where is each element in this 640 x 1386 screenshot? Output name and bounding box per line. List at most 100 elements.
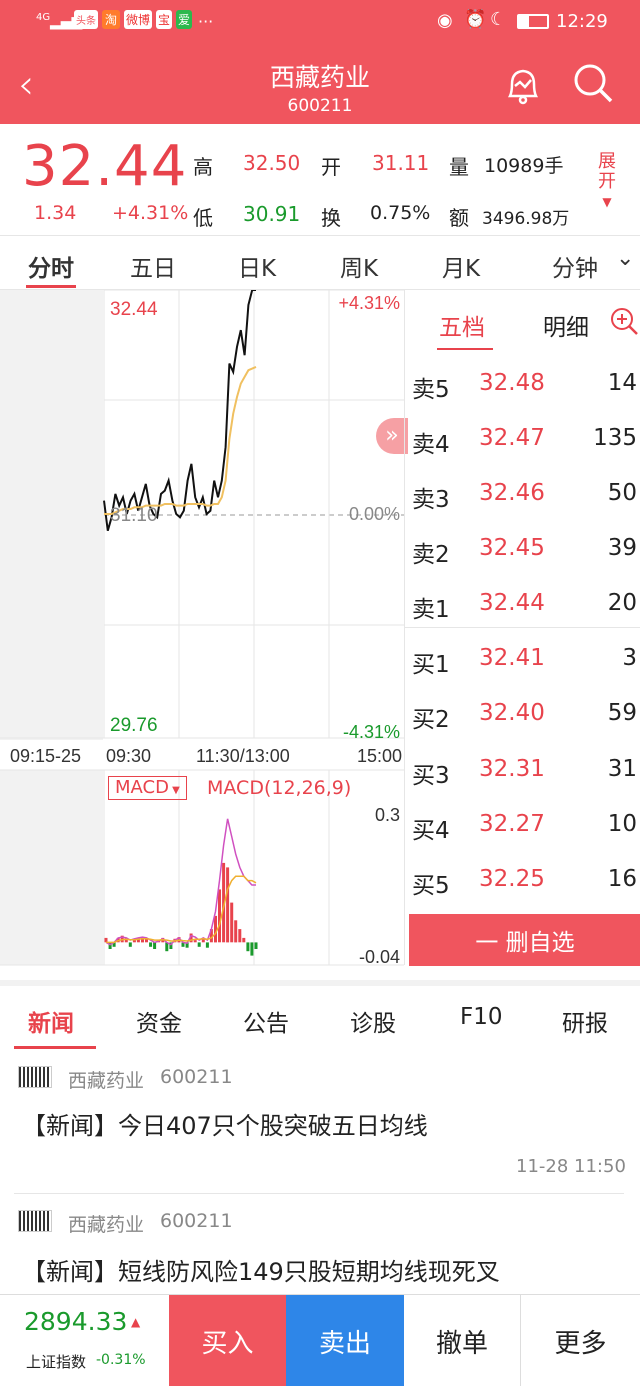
- time-label: 11:30/13:00: [196, 746, 290, 766]
- level-price: 32.40: [479, 700, 545, 726]
- clock: 12:29: [556, 11, 608, 32]
- macd-bar: [246, 942, 250, 952]
- tab-daily-k[interactable]: 日K: [238, 249, 276, 283]
- macd-bar: [205, 942, 209, 948]
- caret-down-icon: ▼: [168, 785, 180, 796]
- tab-announcements[interactable]: 公告: [243, 1004, 289, 1038]
- chevron-down-icon[interactable]: ⌄: [616, 246, 634, 271]
- macd-bar: [250, 942, 254, 956]
- ask-row[interactable]: 卖2 32.45 39: [405, 535, 640, 568]
- sell-button[interactable]: 卖出: [286, 1295, 404, 1386]
- macd-bar: [218, 889, 221, 943]
- ask-row[interactable]: 卖4 32.47 135: [405, 425, 640, 458]
- news-item[interactable]: 西藏药业 600211 【新闻】短线防风险149只股短期均线现死叉: [0, 1196, 640, 1294]
- index-name: 上证指数: [26, 1353, 87, 1371]
- level-volume: 59: [607, 700, 637, 726]
- bid-row[interactable]: 买3 32.31 31: [405, 756, 640, 789]
- network-indicator: 4G: [36, 12, 51, 23]
- bid-row[interactable]: 买2 32.40 59: [405, 700, 640, 733]
- macd-top-label: 0.3: [375, 805, 400, 825]
- cancel-order-button[interactable]: 撤单: [404, 1295, 521, 1386]
- macd-selector[interactable]: MACD ▼: [108, 776, 187, 800]
- pre-market-shade: [0, 290, 103, 740]
- level-price: 32.44: [479, 590, 545, 616]
- buy-button[interactable]: 买入: [169, 1295, 286, 1386]
- zoom-in-icon[interactable]: [609, 306, 639, 336]
- bid-row[interactable]: 买1 32.41 3: [405, 645, 640, 678]
- index-ticker[interactable]: 2894.33 ▲ 上证指数 -0.31%: [0, 1295, 168, 1386]
- active-tab-underline: [14, 1046, 96, 1049]
- remove-watchlist-button[interactable]: 一 删自选: [409, 914, 640, 966]
- news-title: 【新闻】今日407只个股突破五日均线: [22, 1112, 428, 1140]
- ask-row[interactable]: 卖1 32.44 20: [405, 590, 640, 623]
- pre-market-shade: [0, 770, 103, 965]
- tab-diagnosis[interactable]: 诊股: [350, 1004, 396, 1038]
- level-label: 卖1: [412, 597, 450, 623]
- level-volume: 135: [593, 425, 637, 451]
- macd-bar: [104, 937, 108, 943]
- average-line: [104, 365, 257, 515]
- time-label: 09:30: [106, 746, 151, 766]
- tab-trade-detail[interactable]: 明细: [543, 308, 589, 342]
- tab-research[interactable]: 研报: [562, 1004, 608, 1038]
- quote-summary: 32.44 1.34 +4.31% 高 32.50 开 31.11 量 1098…: [0, 124, 640, 236]
- chart-area: 32.44 +4.31% 31.10 0.00% 29.76 -4.31% 09…: [0, 290, 640, 980]
- tab-intraday[interactable]: 分时: [28, 249, 74, 283]
- ask-row[interactable]: 卖5 32.48 14: [405, 370, 640, 403]
- level-volume: 14: [607, 370, 637, 396]
- caret-down-icon: ▼: [602, 195, 612, 209]
- notification-app-icon: 淘: [102, 10, 121, 29]
- remove-watchlist-label: 一 删自选: [475, 930, 575, 956]
- macd-selector-label: MACD: [115, 777, 169, 798]
- news-item[interactable]: 西藏药业 600211 【新闻】今日407只个股突破五日均线 11-28 11:…: [0, 1052, 640, 1194]
- top-pct-label: +4.31%: [338, 293, 400, 313]
- order-book: 五档 明细 卖5 32.48 14 卖4 32.47 135 卖3 32.46 50 卖2 32.4…: [404, 290, 640, 966]
- level-label: 卖4: [412, 432, 450, 458]
- price-change: 1.34: [34, 202, 77, 224]
- dea-line: [106, 875, 257, 944]
- level-label: 卖3: [412, 487, 450, 513]
- macd-chart: [104, 818, 258, 956]
- bid-row[interactable]: 买4 32.27 10: [405, 811, 640, 844]
- ask-row[interactable]: 卖3 32.46 50: [405, 480, 640, 513]
- level-price: 32.45: [479, 535, 545, 561]
- tab-five-levels[interactable]: 五档: [439, 308, 485, 342]
- triangle-up-icon: ▲: [131, 1315, 141, 1329]
- moon-icon: ☾: [490, 9, 507, 30]
- more-button[interactable]: 更多: [521, 1295, 640, 1386]
- tab-monthly-k[interactable]: 月K: [442, 249, 480, 283]
- bottom-pct-label: -4.31%: [343, 722, 400, 742]
- expand-button[interactable]: 展开 ▼: [596, 152, 618, 212]
- notification-app-icon: 头条: [74, 10, 98, 29]
- search-icon[interactable]: [570, 60, 616, 106]
- bottom-action-bar: 2894.33 ▲ 上证指数 -0.31% 买入 卖出 撤单 更多: [0, 1294, 640, 1386]
- macd-bottom-label: -0.04: [359, 947, 400, 967]
- top-price-label: 32.44: [110, 299, 158, 320]
- low-label: 低: [193, 206, 213, 230]
- tab-five-day[interactable]: 五日: [130, 249, 176, 283]
- notification-app-icon: 微博: [124, 10, 153, 29]
- level-volume: 39: [607, 535, 637, 561]
- tab-news[interactable]: 新闻: [28, 1004, 74, 1038]
- bid-row[interactable]: 买5 32.25 16: [405, 866, 640, 899]
- notification-icons: 头条 淘 微博 宝 爱: [74, 10, 193, 29]
- alert-bell-icon[interactable]: [500, 62, 546, 108]
- alarm-icon: ⏰: [464, 9, 487, 30]
- tab-f10[interactable]: F10: [460, 1004, 503, 1030]
- notification-app-icon: 爱: [176, 10, 193, 29]
- open-label: 开: [321, 155, 341, 179]
- mid-pct-label: 0.00%: [349, 504, 400, 524]
- news-stock-code: 600211: [160, 1066, 233, 1088]
- level-price: 32.46: [479, 480, 545, 506]
- time-label: 09:15-25: [10, 746, 81, 766]
- macd-bar: [234, 920, 238, 943]
- price-lines: [103, 290, 257, 531]
- news-time: 11-28 11:50: [516, 1156, 626, 1177]
- tab-weekly-k[interactable]: 周K: [340, 249, 378, 283]
- intraday-chart[interactable]: 32.44 +4.31% 31.10 0.00% 29.76 -4.31% 09…: [0, 290, 404, 980]
- expand-label: 展开: [598, 151, 616, 192]
- tab-capital[interactable]: 资金: [136, 1004, 182, 1038]
- dif-line: [105, 818, 256, 946]
- level-volume: 16: [607, 866, 637, 892]
- tab-minute[interactable]: 分钟: [552, 249, 598, 283]
